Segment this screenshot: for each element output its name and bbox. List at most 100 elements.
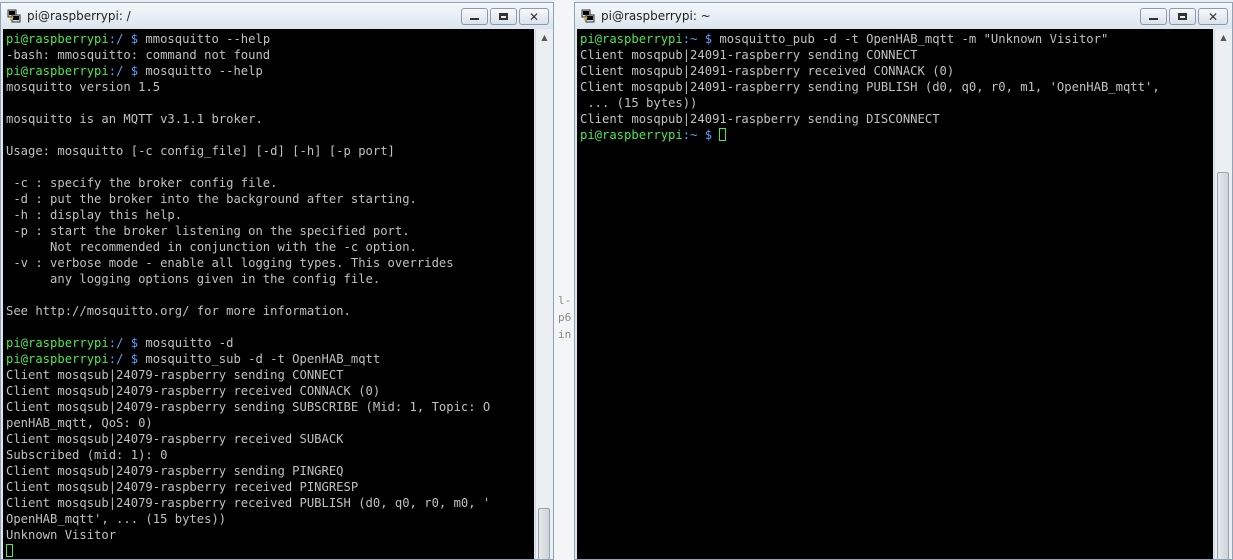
prompt-user: pi@raspberrypi	[580, 32, 683, 46]
terminal-line: Client mosqpub|24091-raspberry sending P…	[580, 79, 1213, 95]
output-text: -h : display this help.	[6, 208, 183, 222]
terminal-line: ... (15 bytes))	[580, 95, 1213, 111]
terminal-window-right[interactable]: pi@raspberrypi: ~ ✕ pi@raspberrypi:~ $ m…	[574, 2, 1233, 560]
window-controls: ✕	[1140, 8, 1228, 25]
putty-icon[interactable]	[581, 9, 595, 23]
vertical-scrollbar[interactable]: ▲	[535, 29, 553, 559]
minimize-button[interactable]	[1140, 8, 1167, 25]
prompt-path: :/ $	[108, 352, 146, 366]
output-text: Client mosqsub|24079-raspberry received …	[6, 496, 491, 510]
window-title: pi@raspberrypi: ~	[601, 9, 711, 23]
prompt-path: :/ $	[108, 336, 146, 350]
terminal-line: Client mosqsub|24079-raspberry received …	[6, 431, 534, 447]
terminal-line: Unknown Visitor	[6, 527, 534, 543]
output-text: Usage: mosquitto [-c config_file] [-d] […	[6, 144, 395, 158]
terminal-line: pi@raspberrypi:~ $	[580, 127, 1213, 143]
close-button[interactable]: ✕	[1198, 8, 1228, 25]
prompt-user: pi@raspberrypi	[6, 336, 109, 350]
minimize-icon	[470, 18, 479, 20]
terminal-line: pi@raspberrypi:/ $ mmosquitto --help	[6, 31, 534, 47]
output-text: Client mosqpub|24091-raspberry sending C…	[580, 48, 918, 62]
prompt-path: :~ $	[682, 128, 720, 142]
prompt-path: :/ $	[108, 32, 146, 46]
terminal-output[interactable]: pi@raspberrypi:/ $ mmosquitto --help -bas…	[3, 29, 534, 559]
terminal-line: Usage: mosquitto [-c config_file] [-d] […	[6, 143, 534, 159]
prompt-user: pi@raspberrypi	[6, 352, 109, 366]
terminal-line: -d : put the broker into the background …	[6, 191, 534, 207]
scroll-up-arrow-icon[interactable]: ▲	[1215, 29, 1232, 46]
output-text: Subscribed (mid: 1): 0	[6, 448, 168, 462]
output-text: -v : verbose mode - enable all logging t…	[6, 256, 454, 270]
terminal-output[interactable]: pi@raspberrypi:~ $ mosquitto_pub -d -t O…	[577, 29, 1213, 559]
terminal-line: Client mosqsub|24079-raspberry received …	[6, 383, 534, 399]
vertical-scrollbar[interactable]: ▲	[1214, 29, 1232, 559]
title-bar[interactable]: pi@raspberrypi: / ✕	[1, 3, 553, 29]
terminal-line: Client mosqpub|24091-raspberry sending C…	[580, 47, 1213, 63]
terminal-line: Not recommended in conjunction with the …	[6, 239, 534, 255]
terminal-line: pi@raspberrypi:~ $ mosquitto_pub -d -t O…	[580, 31, 1213, 47]
close-icon: ✕	[1207, 9, 1219, 24]
output-text: Client mosqsub|24079-raspberry sending C…	[6, 368, 344, 382]
terminal-line: -p : start the broker listening on the s…	[6, 223, 534, 239]
terminal-line: Client mosqsub|24079-raspberry received …	[6, 495, 534, 511]
window-title: pi@raspberrypi: /	[27, 9, 131, 23]
output-text: Client mosqpub|24091-raspberry received …	[580, 64, 955, 78]
prompt-user: pi@raspberrypi	[6, 32, 109, 46]
close-icon: ✕	[528, 9, 540, 24]
window-controls: ✕	[461, 8, 549, 25]
output-text: -d : put the broker into the background …	[6, 192, 417, 206]
terminal-line: -c : specify the broker config file.	[6, 175, 534, 191]
scroll-up-arrow-icon[interactable]: ▲	[536, 29, 553, 46]
output-text: See http://mosquitto.org/ for more infor…	[6, 304, 351, 318]
terminal-line: Client mosqsub|24079-raspberry sending P…	[6, 463, 534, 479]
maximize-button[interactable]	[1169, 8, 1196, 25]
command-text: mosquitto_sub -d -t OpenHAB_mqtt	[145, 352, 381, 366]
output-text: Not recommended in conjunction with the …	[6, 240, 417, 254]
terminal-line: Client mosqpub|24091-raspberry received …	[580, 63, 1213, 79]
terminal-line: Client mosqsub|24079-raspberry sending C…	[6, 367, 534, 383]
background-desktop-strip: l- p6 in	[554, 0, 574, 560]
terminal-line: mosquitto is an MQTT v3.1.1 broker.	[6, 111, 534, 127]
terminal-line: penHAB_mqtt, QoS: 0)	[6, 415, 534, 431]
terminal-line: pi@raspberrypi:/ $ mosquitto_sub -d -t O…	[6, 351, 534, 367]
terminal-line: -v : verbose mode - enable all logging t…	[6, 255, 534, 271]
command-text: mosquitto -d	[145, 336, 234, 350]
scrollbar-thumb[interactable]	[538, 508, 550, 559]
output-text: -bash: mmosquitto: command not found	[6, 48, 271, 62]
putty-icon[interactable]	[7, 9, 21, 23]
minimize-icon	[1149, 18, 1158, 20]
output-text: ... (15 bytes))	[580, 96, 698, 110]
terminal-line: Client mosqsub|24079-raspberry sending S…	[6, 399, 534, 415]
output-text: any logging options given in the config …	[6, 272, 381, 286]
terminal-line: -h : display this help.	[6, 207, 534, 223]
prompt-user: pi@raspberrypi	[6, 64, 109, 78]
minimize-button[interactable]	[461, 8, 488, 25]
background-text-fragment: p6	[558, 311, 572, 324]
title-bar[interactable]: pi@raspberrypi: ~ ✕	[575, 3, 1232, 29]
output-text: Client mosqsub|24079-raspberry received …	[6, 432, 344, 446]
maximize-icon	[499, 13, 508, 20]
output-text: -c : specify the broker config file.	[6, 176, 278, 190]
command-text: mosquitto --help	[145, 64, 263, 78]
output-text: OpenHAB_mqtt', ... (15 bytes))	[6, 512, 227, 526]
output-text: Client mosqsub|24079-raspberry sending S…	[6, 400, 491, 414]
close-button[interactable]: ✕	[519, 8, 549, 25]
scrollbar-thumb[interactable]	[1217, 172, 1229, 559]
command-text: mosquitto_pub -d -t OpenHAB_mqtt -m "Unk…	[719, 32, 1109, 46]
background-text-fragment: l-	[558, 294, 572, 307]
terminal-line: See http://mosquitto.org/ for more infor…	[6, 303, 534, 319]
terminal-window-left[interactable]: pi@raspberrypi: / ✕ pi@raspberrypi:/ $ m…	[0, 2, 554, 560]
terminal-line: any logging options given in the config …	[6, 271, 534, 287]
terminal-line: Client mosqpub|24091-raspberry sending D…	[580, 111, 1213, 127]
maximize-button[interactable]	[490, 8, 517, 25]
output-text: Client mosqsub|24079-raspberry received …	[6, 384, 381, 398]
output-text: Client mosqsub|24079-raspberry sending P…	[6, 464, 344, 478]
output-text: mosquitto is an MQTT v3.1.1 broker.	[6, 112, 263, 126]
terminal-line: Client mosqsub|24079-raspberry received …	[6, 479, 534, 495]
prompt-user: pi@raspberrypi	[580, 128, 683, 142]
output-text: Client mosqpub|24091-raspberry sending D…	[580, 112, 940, 126]
